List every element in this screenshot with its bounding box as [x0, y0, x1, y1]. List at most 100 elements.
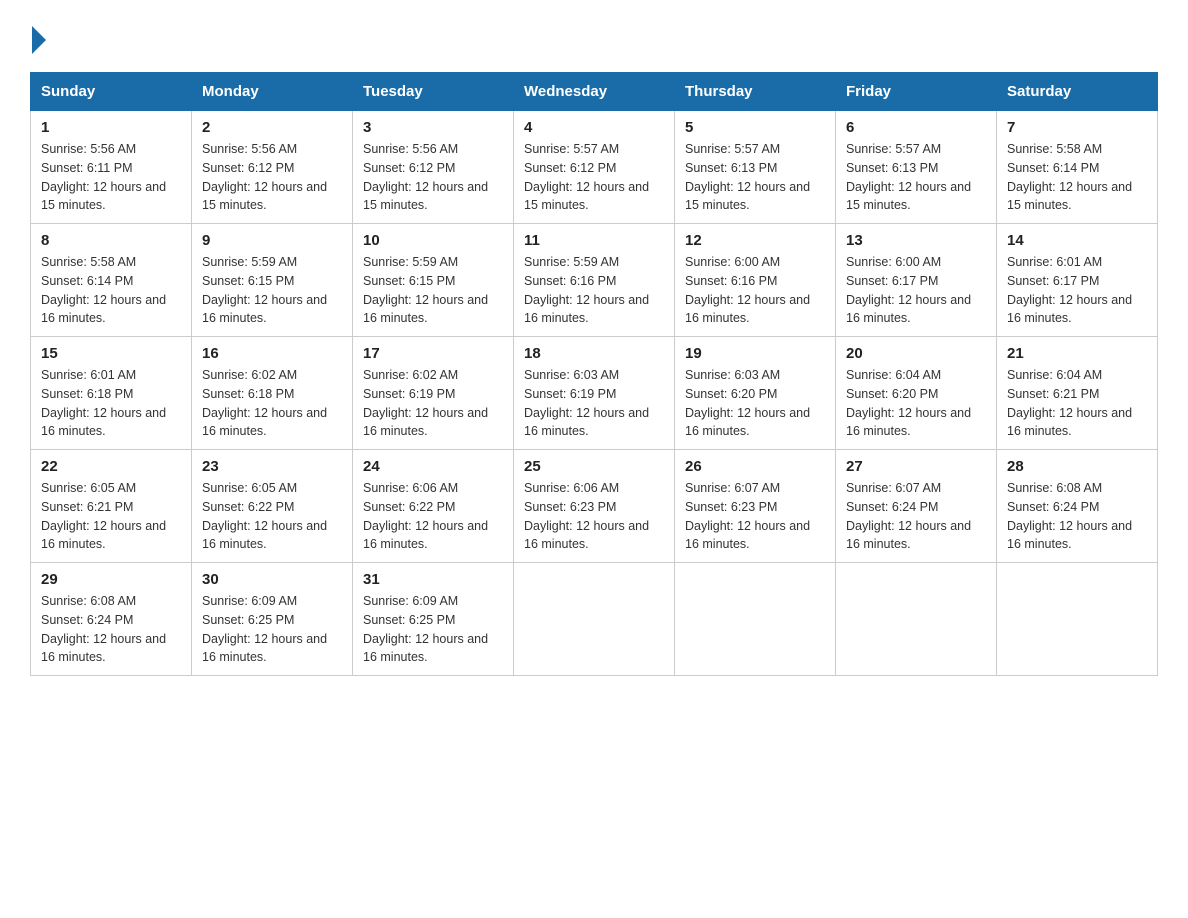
calendar-cell: 18 Sunrise: 6:03 AMSunset: 6:19 PMDayligh…: [514, 337, 675, 450]
calendar-cell: 12 Sunrise: 6:00 AMSunset: 6:16 PMDayligh…: [675, 224, 836, 337]
day-info: Sunrise: 6:03 AMSunset: 6:19 PMDaylight:…: [524, 366, 664, 441]
calendar-cell: 4 Sunrise: 5:57 AMSunset: 6:12 PMDaylight…: [514, 111, 675, 224]
day-info: Sunrise: 5:56 AMSunset: 6:11 PMDaylight:…: [41, 140, 181, 215]
calendar-cell: 14 Sunrise: 6:01 AMSunset: 6:17 PMDayligh…: [997, 224, 1158, 337]
day-number: 11: [524, 232, 664, 249]
header: [30, 30, 1158, 54]
day-number: 6: [846, 119, 986, 136]
day-number: 7: [1007, 119, 1147, 136]
calendar-cell: 2Sunrise: 5:56 AMSunset: 6:12 PMDaylight…: [192, 111, 353, 224]
day-info: Sunrise: 6:06 AMSunset: 6:22 PMDaylight:…: [363, 479, 503, 554]
day-number: 17: [363, 345, 503, 362]
weekday-header-wednesday: Wednesday: [514, 73, 675, 111]
calendar-week-2: 8 Sunrise: 5:58 AMSunset: 6:14 PMDaylight…: [31, 224, 1158, 337]
day-info: Sunrise: 6:03 AMSunset: 6:20 PMDaylight:…: [685, 366, 825, 441]
weekday-header-thursday: Thursday: [675, 73, 836, 111]
calendar-cell: 5 Sunrise: 5:57 AMSunset: 6:13 PMDaylight…: [675, 111, 836, 224]
day-info: Sunrise: 6:08 AMSunset: 6:24 PMDaylight:…: [41, 592, 181, 667]
day-number: 8: [41, 232, 181, 249]
calendar-cell: 9 Sunrise: 5:59 AMSunset: 6:15 PMDaylight…: [192, 224, 353, 337]
weekday-header-friday: Friday: [836, 73, 997, 111]
day-number: 4: [524, 119, 664, 136]
calendar-cell: 31 Sunrise: 6:09 AMSunset: 6:25 PMDayligh…: [353, 563, 514, 676]
day-info: Sunrise: 5:57 AMSunset: 6:12 PMDaylight:…: [524, 140, 664, 215]
day-info: Sunrise: 6:02 AMSunset: 6:18 PMDaylight:…: [202, 366, 342, 441]
day-info: Sunrise: 5:56 AMSunset: 6:12 PMDaylight:…: [202, 140, 342, 215]
day-number: 20: [846, 345, 986, 362]
weekday-header-tuesday: Tuesday: [353, 73, 514, 111]
day-number: 29: [41, 571, 181, 588]
calendar-cell: 19 Sunrise: 6:03 AMSunset: 6:20 PMDayligh…: [675, 337, 836, 450]
calendar-cell: 29 Sunrise: 6:08 AMSunset: 6:24 PMDayligh…: [31, 563, 192, 676]
day-info: Sunrise: 6:04 AMSunset: 6:20 PMDaylight:…: [846, 366, 986, 441]
day-info: Sunrise: 5:56 AMSunset: 6:12 PMDaylight:…: [363, 140, 503, 215]
day-number: 16: [202, 345, 342, 362]
calendar-cell: 11 Sunrise: 5:59 AMSunset: 6:16 PMDayligh…: [514, 224, 675, 337]
weekday-header-saturday: Saturday: [997, 73, 1158, 111]
day-info: Sunrise: 6:07 AMSunset: 6:24 PMDaylight:…: [846, 479, 986, 554]
day-number: 28: [1007, 458, 1147, 475]
day-info: Sunrise: 5:59 AMSunset: 6:15 PMDaylight:…: [363, 253, 503, 328]
day-info: Sunrise: 6:04 AMSunset: 6:21 PMDaylight:…: [1007, 366, 1147, 441]
calendar-cell: 20 Sunrise: 6:04 AMSunset: 6:20 PMDayligh…: [836, 337, 997, 450]
day-info: Sunrise: 6:02 AMSunset: 6:19 PMDaylight:…: [363, 366, 503, 441]
calendar-table: SundayMondayTuesdayWednesdayThursdayFrid…: [30, 72, 1158, 676]
day-number: 22: [41, 458, 181, 475]
day-number: 21: [1007, 345, 1147, 362]
day-info: Sunrise: 5:57 AMSunset: 6:13 PMDaylight:…: [846, 140, 986, 215]
day-number: 15: [41, 345, 181, 362]
day-info: Sunrise: 6:01 AMSunset: 6:18 PMDaylight:…: [41, 366, 181, 441]
day-number: 23: [202, 458, 342, 475]
calendar-cell: 30Sunrise: 6:09 AMSunset: 6:25 PMDayligh…: [192, 563, 353, 676]
calendar-cell: 13Sunrise: 6:00 AMSunset: 6:17 PMDayligh…: [836, 224, 997, 337]
day-number: 12: [685, 232, 825, 249]
calendar-week-5: 29 Sunrise: 6:08 AMSunset: 6:24 PMDayligh…: [31, 563, 1158, 676]
calendar-cell: 27 Sunrise: 6:07 AMSunset: 6:24 PMDayligh…: [836, 450, 997, 563]
day-info: Sunrise: 6:07 AMSunset: 6:23 PMDaylight:…: [685, 479, 825, 554]
day-number: 14: [1007, 232, 1147, 249]
day-info: Sunrise: 6:05 AMSunset: 6:22 PMDaylight:…: [202, 479, 342, 554]
calendar-cell: 10Sunrise: 5:59 AMSunset: 6:15 PMDayligh…: [353, 224, 514, 337]
day-info: Sunrise: 6:09 AMSunset: 6:25 PMDaylight:…: [202, 592, 342, 667]
day-number: 13: [846, 232, 986, 249]
weekday-header-sunday: Sunday: [31, 73, 192, 111]
calendar-cell: [997, 563, 1158, 676]
day-number: 3: [363, 119, 503, 136]
calendar-cell: 15 Sunrise: 6:01 AMSunset: 6:18 PMDayligh…: [31, 337, 192, 450]
calendar-cell: 6 Sunrise: 5:57 AMSunset: 6:13 PMDaylight…: [836, 111, 997, 224]
day-number: 18: [524, 345, 664, 362]
day-info: Sunrise: 5:58 AMSunset: 6:14 PMDaylight:…: [41, 253, 181, 328]
day-number: 31: [363, 571, 503, 588]
day-info: Sunrise: 5:57 AMSunset: 6:13 PMDaylight:…: [685, 140, 825, 215]
calendar-cell: 28Sunrise: 6:08 AMSunset: 6:24 PMDayligh…: [997, 450, 1158, 563]
logo-triangle-icon: [32, 26, 46, 54]
calendar-cell: 1 Sunrise: 5:56 AMSunset: 6:11 PMDaylight…: [31, 111, 192, 224]
calendar-cell: [836, 563, 997, 676]
calendar-cell: [675, 563, 836, 676]
day-info: Sunrise: 6:01 AMSunset: 6:17 PMDaylight:…: [1007, 253, 1147, 328]
day-info: Sunrise: 5:59 AMSunset: 6:16 PMDaylight:…: [524, 253, 664, 328]
calendar-week-3: 15 Sunrise: 6:01 AMSunset: 6:18 PMDayligh…: [31, 337, 1158, 450]
day-info: Sunrise: 5:59 AMSunset: 6:15 PMDaylight:…: [202, 253, 342, 328]
calendar-cell: 17 Sunrise: 6:02 AMSunset: 6:19 PMDayligh…: [353, 337, 514, 450]
calendar-cell: 23 Sunrise: 6:05 AMSunset: 6:22 PMDayligh…: [192, 450, 353, 563]
day-number: 19: [685, 345, 825, 362]
day-info: Sunrise: 6:06 AMSunset: 6:23 PMDaylight:…: [524, 479, 664, 554]
calendar-cell: 16 Sunrise: 6:02 AMSunset: 6:18 PMDayligh…: [192, 337, 353, 450]
logo: [30, 30, 46, 54]
day-number: 9: [202, 232, 342, 249]
day-info: Sunrise: 6:09 AMSunset: 6:25 PMDaylight:…: [363, 592, 503, 667]
calendar-week-4: 22 Sunrise: 6:05 AMSunset: 6:21 PMDayligh…: [31, 450, 1158, 563]
calendar-cell: [514, 563, 675, 676]
day-number: 26: [685, 458, 825, 475]
calendar-cell: 26 Sunrise: 6:07 AMSunset: 6:23 PMDayligh…: [675, 450, 836, 563]
weekday-header-monday: Monday: [192, 73, 353, 111]
day-number: 1: [41, 119, 181, 136]
day-number: 27: [846, 458, 986, 475]
calendar-week-1: 1 Sunrise: 5:56 AMSunset: 6:11 PMDaylight…: [31, 111, 1158, 224]
day-number: 5: [685, 119, 825, 136]
day-number: 25: [524, 458, 664, 475]
day-info: Sunrise: 6:00 AMSunset: 6:16 PMDaylight:…: [685, 253, 825, 328]
day-number: 24: [363, 458, 503, 475]
day-info: Sunrise: 6:05 AMSunset: 6:21 PMDaylight:…: [41, 479, 181, 554]
